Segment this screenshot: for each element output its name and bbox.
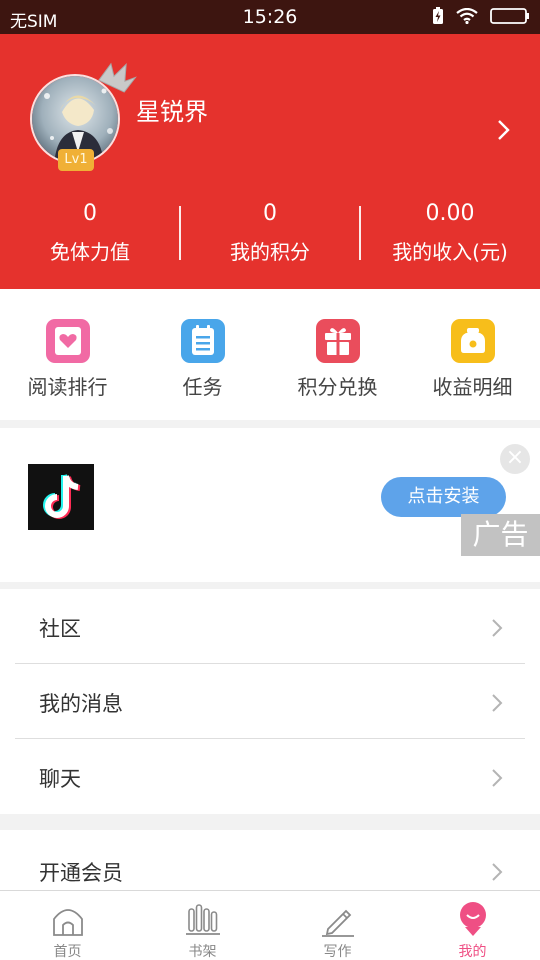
quick-action-tasks[interactable]: 任务 [135,289,270,420]
quick-action-label: 收益明细 [432,375,513,399]
nav-tab-home[interactable]: 首页 [0,891,135,960]
nav-label: 我的 [458,944,487,960]
battery-charging-icon [432,7,444,29]
avatar-container[interactable]: Lv1 [30,62,137,171]
nav-tab-mine[interactable]: 我的 [405,891,540,960]
stat-points[interactable]: 0 我的积分 [179,194,361,274]
quick-actions: 阅读排行 任务 积分兑换 收益明细 [0,289,540,420]
quick-action-reading-rank[interactable]: 阅读排行 [0,289,135,420]
ranking-icon [45,319,90,363]
menu-list-primary: 社区 我的消息 聊天 [0,589,540,814]
chevron-right-icon [490,692,504,718]
battery-icon [490,7,530,29]
ad-tag: 广告 [461,514,540,556]
quick-action-income-detail[interactable]: 收益明细 [405,289,540,420]
menu-item-messages[interactable]: 我的消息 [0,664,540,739]
crown-icon [98,60,138,94]
stats-row: 0 免体力值 0 我的积分 0.00 我的收入(元) [0,194,540,274]
chevron-right-icon[interactable] [496,118,512,146]
quick-action-label: 积分兑换 [297,375,378,399]
stat-value: 0.00 [425,201,475,226]
menu-item-label: 开通会员 [39,861,123,885]
nav-tab-bookshelf[interactable]: 书架 [135,891,270,960]
profile-icon [405,899,540,937]
quick-action-label: 阅读排行 [27,375,108,399]
home-icon [0,899,135,937]
quick-action-label: 任务 [182,375,223,399]
app-screen: 无SIM 15:26 Lv1 星锐界 0 免体力值 0 我的积分 0.00 我的… [0,0,540,960]
quick-action-points-exchange[interactable]: 积分兑换 [270,289,405,420]
stat-label: 我的积分 [230,240,310,264]
nav-tab-write[interactable]: 写作 [270,891,405,960]
menu-item-label: 我的消息 [39,692,123,716]
stat-label: 我的收入(元) [392,240,508,264]
stat-stamina[interactable]: 0 免体力值 [0,194,180,274]
nav-label: 首页 [53,944,82,960]
ad-close-button[interactable]: × [500,444,530,474]
tiktok-logo-icon[interactable] [28,464,94,530]
task-list-icon [180,319,225,363]
menu-list-secondary: 开通会员 [0,830,540,890]
menu-item-community[interactable]: 社区 [0,589,540,664]
ad-banner[interactable]: × 点击安装 广告 [0,428,540,582]
status-icons [432,7,530,29]
status-bar: 无SIM 15:26 [0,0,540,34]
gift-icon [315,319,360,363]
nav-label: 写作 [323,944,352,960]
wallet-icon [450,319,495,363]
level-badge: Lv1 [58,149,94,171]
pen-icon [270,899,405,937]
chevron-right-icon [490,767,504,793]
nav-label: 书架 [188,944,217,960]
stat-label: 免体力值 [50,240,130,264]
ad-install-button[interactable]: 点击安装 [381,477,506,517]
chevron-right-icon [490,861,504,887]
stat-income[interactable]: 0.00 我的收入(元) [360,194,540,274]
menu-item-chat[interactable]: 聊天 [0,739,540,814]
menu-item-label: 社区 [39,617,81,641]
username[interactable]: 星锐界 [136,92,208,127]
wifi-icon [456,7,478,28]
menu-item-label: 聊天 [39,767,81,791]
bottom-nav: 首页 书架 写作 我的 [0,890,540,960]
stat-value: 0 [83,201,97,226]
stat-divider [179,206,181,260]
profile-header[interactable]: Lv1 星锐界 0 免体力值 0 我的积分 0.00 我的收入(元) [0,34,540,289]
bookshelf-icon [135,899,270,937]
chevron-right-icon [490,617,504,643]
stat-value: 0 [263,201,277,226]
